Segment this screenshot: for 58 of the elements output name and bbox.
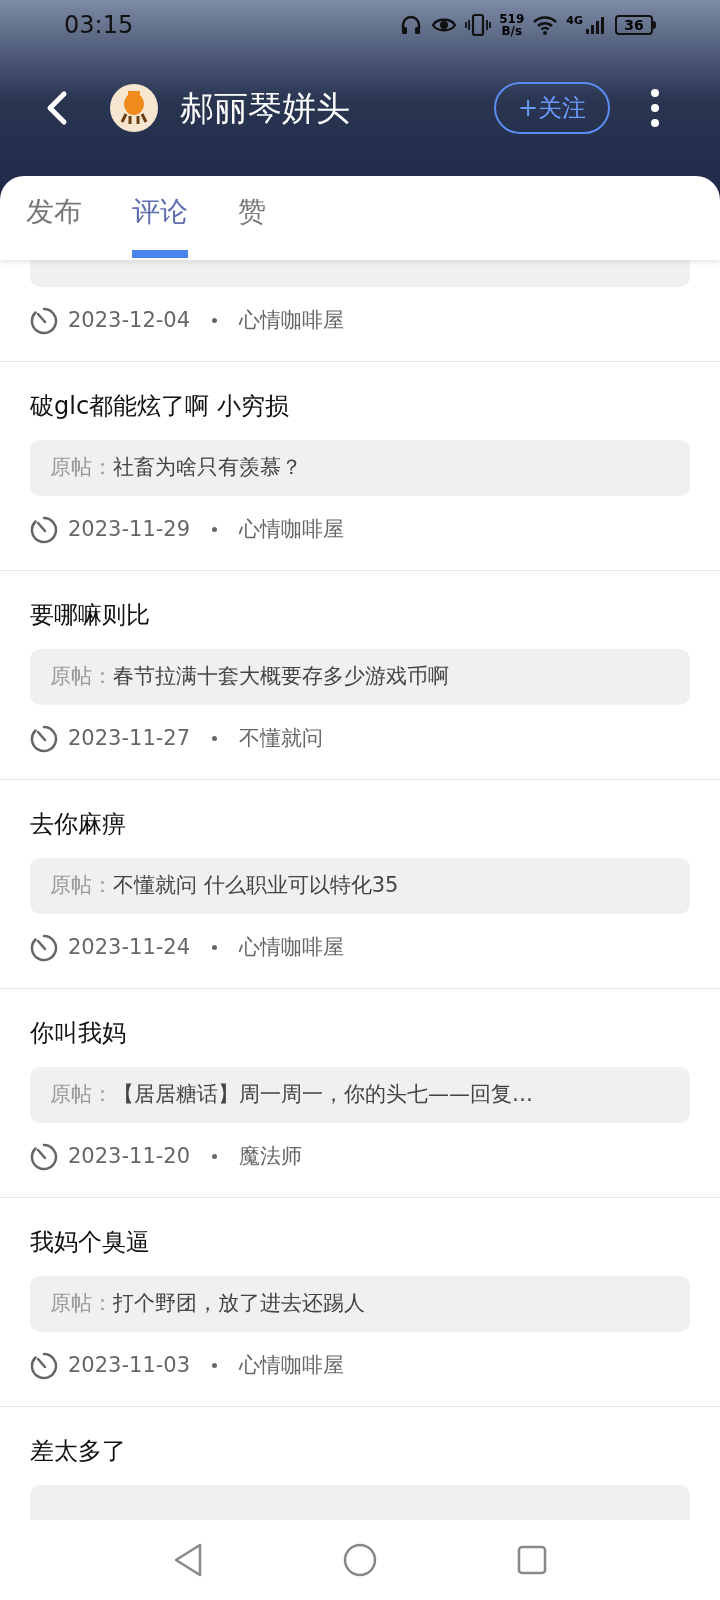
comment-date: 2023-11-29 (68, 516, 191, 543)
battery-indicator: 36 (615, 15, 656, 35)
quote-label: 原帖： (50, 454, 113, 482)
clock-icon (30, 933, 58, 962)
original-post-quote[interactable]: 原帖：社畜为啥只有羡慕？ (30, 440, 690, 496)
profile-name: 郝丽琴姘头 (180, 86, 350, 130)
quote-text: 打个野团，放了进去还踢人 (113, 1290, 365, 1318)
comment-text: 你叫我妈 (30, 1019, 126, 1047)
tab[interactable]: 赞 (238, 184, 266, 260)
forum-name[interactable]: 魔法师 (239, 1141, 303, 1173)
clock: 03:15 (64, 10, 134, 41)
quote-text: 【居居糖话】周一周一，你的头七——回复… (113, 1081, 533, 1109)
clock-icon (30, 515, 58, 544)
tab-indicator (132, 250, 188, 258)
comment-text: 我妈个臭逼 (30, 1228, 150, 1256)
quote-text: 社畜为啥只有羡慕？ (113, 454, 302, 482)
clock-icon (30, 1351, 58, 1380)
vibrate-icon (465, 13, 492, 37)
forum-name[interactable]: 心情咖啡屋 (239, 514, 345, 546)
comment-date: 2023-11-24 (68, 934, 191, 961)
home-circle-icon[interactable] (343, 1543, 377, 1577)
network-speed: 519 (499, 13, 525, 25)
original-post-quote[interactable]: 原帖：【居居糖话】周一周一，你的头七——回复… (30, 1067, 690, 1123)
original-post-quote[interactable]: 原帖：春节拉满十套大概要存多少游戏币啊 (30, 649, 690, 705)
clock-icon (30, 306, 58, 335)
tab[interactable]: 评论 (132, 184, 188, 260)
tab[interactable]: 发布 (26, 184, 82, 260)
comment-date: 2023-11-03 (68, 1352, 191, 1379)
network-type: 4G (566, 15, 583, 26)
comment-text: 要哪嘛则比 (30, 601, 150, 629)
network-speed-unit: B/s (501, 25, 523, 37)
signal-icon (585, 15, 607, 35)
clock-icon (30, 1142, 58, 1171)
comment-text: 去你麻痹 (30, 810, 126, 838)
forum-name[interactable]: 心情咖啡屋 (239, 932, 345, 964)
clock-icon (30, 724, 58, 753)
forum-name[interactable]: 心情咖啡屋 (239, 1350, 345, 1382)
forum-name[interactable]: 不懂就问 (239, 723, 324, 755)
more-icon[interactable] (650, 88, 660, 128)
comment-date: 2023-11-20 (68, 1143, 191, 1170)
quote-label: 原帖： (50, 1081, 113, 1109)
avatar[interactable] (110, 84, 158, 132)
forum-name[interactable]: 心情咖啡屋 (239, 305, 345, 337)
back-triangle-icon[interactable] (173, 1543, 203, 1577)
quote-label: 原帖： (50, 1290, 113, 1318)
quote-label: 原帖： (50, 663, 113, 691)
original-post-quote[interactable]: 原帖：打个野团，放了进去还踢人 (30, 1276, 690, 1332)
follow-button[interactable]: +关注 (493, 82, 610, 134)
comment-date: 2023-11-27 (68, 725, 191, 752)
comment-text: 差太多了 (30, 1437, 126, 1465)
recents-square-icon[interactable] (517, 1545, 547, 1575)
wifi-icon (532, 14, 559, 36)
comment-date: 2023-12-04 (68, 307, 191, 334)
quote-label: 原帖： (50, 872, 113, 900)
comment-text: 破glc都能炫了啊 小穷损 (30, 392, 289, 420)
quote-text: 春节拉满十套大概要存多少游戏币啊 (113, 663, 449, 691)
original-post-quote[interactable]: 原帖：不懂就问 什么职业可以特化35 (30, 858, 690, 914)
quote-text: 不懂就问 什么职业可以特化35 (113, 872, 399, 900)
